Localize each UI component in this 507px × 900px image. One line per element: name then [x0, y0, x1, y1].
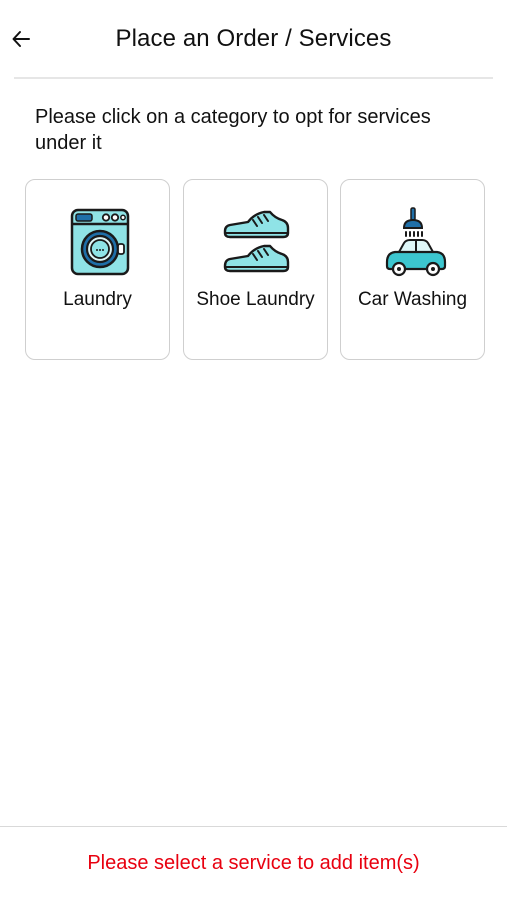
category-card-car-washing[interactable]: Car Washing	[340, 179, 485, 360]
instruction-text: Please click on a category to opt for se…	[35, 106, 431, 154]
footer-divider	[0, 826, 507, 827]
header-divider	[14, 77, 493, 79]
category-card-laundry[interactable]: Laundry	[25, 179, 170, 360]
header: Place an Order / Services	[0, 0, 507, 79]
shoes-icon	[223, 210, 289, 273]
washing-machine-icon	[70, 208, 129, 276]
category-grid: Laundry Shoe Laundry Car Washing	[25, 179, 487, 362]
category-label: Shoe Laundry	[196, 289, 315, 310]
car-wash-icon	[385, 207, 446, 277]
screen: Place an Order / Services Please click o…	[0, 0, 507, 900]
category-label: Car Washing	[357, 289, 468, 310]
category-card-shoe-laundry[interactable]: Shoe Laundry	[183, 179, 328, 360]
page-title: Place an Order / Services	[115, 25, 392, 52]
category-label: Laundry	[63, 289, 132, 310]
footer-warning-message: Please select a service to add item(s)	[87, 852, 420, 874]
